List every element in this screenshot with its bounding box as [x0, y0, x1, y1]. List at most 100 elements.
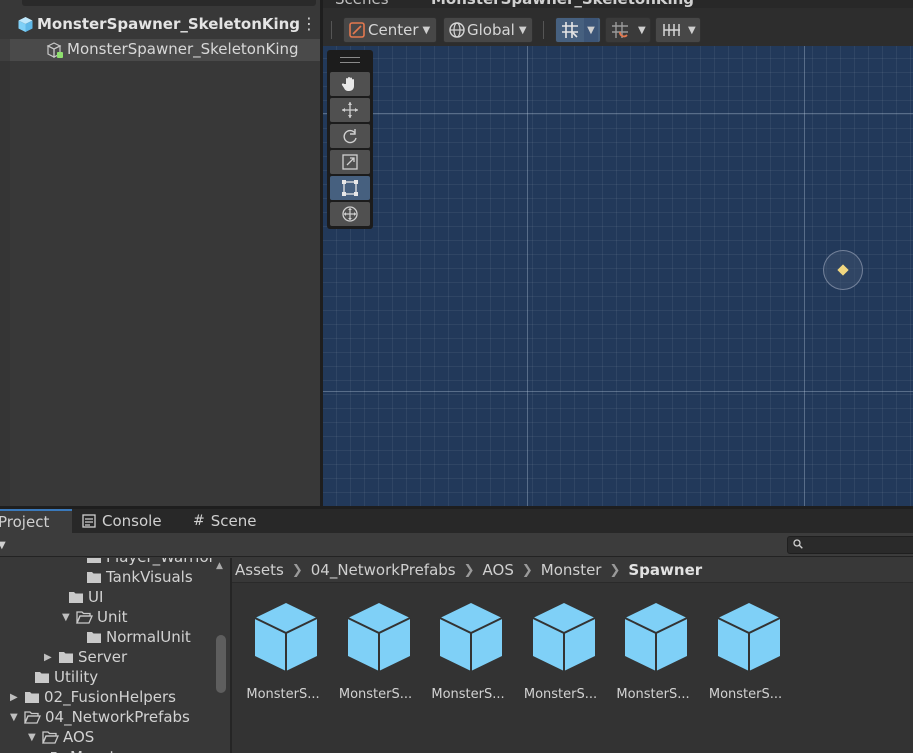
- folder-icon: [87, 558, 101, 563]
- tab-scene[interactable]: # Scene: [193, 509, 256, 533]
- scene-viewport[interactable]: [323, 46, 913, 506]
- breadcrumb-item[interactable]: Monster: [541, 561, 602, 579]
- rect-tool[interactable]: [330, 176, 370, 200]
- hash-icon: #: [193, 513, 205, 529]
- breadcrumb-item[interactable]: AOS: [483, 561, 514, 579]
- breadcrumb-item[interactable]: Assets: [235, 561, 284, 579]
- tab-project[interactable]: Project: [0, 509, 72, 533]
- expand-arrow-icon[interactable]: ▼: [28, 732, 42, 743]
- folder-icon: [35, 672, 49, 683]
- folder-tree-item[interactable]: Monster: [44, 747, 131, 753]
- chevron-right-icon: ❯: [463, 562, 475, 578]
- folder-tree-item[interactable]: ▼ AOS: [28, 727, 94, 747]
- spawner-gizmo[interactable]: [823, 250, 863, 290]
- breadcrumb-current: Spawner: [628, 561, 703, 579]
- gizmo-diamond-icon: [837, 264, 849, 276]
- collapse-arrow-icon[interactable]: ▶: [10, 692, 24, 703]
- folder-icon: [69, 592, 83, 603]
- chevron-down-icon: ▼: [688, 24, 696, 36]
- asset-label: MonsterS...: [708, 687, 783, 702]
- pivot-mode-dropdown[interactable]: Center ▼: [343, 17, 437, 43]
- asset-label: MonsterS...: [431, 687, 505, 702]
- tab-console[interactable]: Console: [82, 509, 162, 533]
- hierarchy-child-row[interactable]: MonsterSpawner_SkeletonKing: [0, 39, 322, 61]
- asset-item[interactable]: MonsterS...: [700, 601, 792, 702]
- chevron-down-icon: ▼: [422, 24, 431, 36]
- create-dropdown-icon[interactable]: ▼: [0, 540, 6, 551]
- folder-tree-label: Unit: [97, 608, 128, 626]
- expand-arrow-icon[interactable]: ▼: [62, 612, 76, 623]
- scenes-breadcrumb[interactable]: Scenes: [335, 0, 389, 8]
- folder-icon: [87, 572, 101, 583]
- asset-label: MonsterS...: [246, 687, 320, 702]
- hand-icon: [341, 77, 354, 91]
- hierarchy-menu-icon[interactable]: ⋮: [301, 16, 317, 32]
- folder-tree: Player_Warrior TankVisualsUI ▼ Unit NormalUn…: [0, 558, 230, 753]
- folder-open-icon: [24, 711, 41, 724]
- chevron-down-icon: ▼: [518, 24, 527, 36]
- move-icon: [342, 102, 358, 118]
- hierarchy-root-row[interactable]: MonsterSpawner_SkeletonKing ⋮: [0, 12, 322, 36]
- drag-handle-icon[interactable]: [340, 57, 360, 63]
- breadcrumb: Assets ❯ 04_NetworkPrefabs ❯ AOS ❯ Monster ❯ Spa…: [232, 558, 913, 583]
- move-tool[interactable]: [330, 98, 370, 122]
- transform-tool[interactable]: [330, 202, 370, 226]
- transform-icon: [342, 206, 358, 222]
- folder-tree-item[interactable]: ▼ Unit: [62, 607, 128, 627]
- asset-item[interactable]: MonsterS...: [515, 601, 607, 702]
- pivot-rotation-dropdown[interactable]: Global ▼: [443, 17, 533, 43]
- folder-tree-item[interactable]: ▶ Server: [44, 647, 127, 667]
- folder-icon: [25, 692, 39, 703]
- folder-tree-item[interactable]: UI: [62, 587, 103, 607]
- expand-arrow-icon[interactable]: ▼: [10, 712, 24, 723]
- folder-tree-scrollbar[interactable]: ▲: [213, 561, 230, 753]
- folder-tree-item[interactable]: Utility: [28, 667, 98, 687]
- grid-snap-toggle[interactable]: ▼: [555, 17, 601, 43]
- project-toolbar: ▼: [0, 533, 913, 557]
- hand-tool[interactable]: [330, 72, 370, 96]
- folder-tree-item[interactable]: ▼ 04_NetworkPrefabs: [10, 707, 190, 727]
- grid-axis-line: [323, 391, 913, 392]
- asset-item[interactable]: MonsterS...: [330, 601, 422, 702]
- search-input[interactable]: [787, 536, 913, 554]
- grid-visibility-dropdown[interactable]: ▼: [655, 17, 701, 43]
- folder-tree-label: Player_Warrior: [106, 558, 215, 566]
- chevron-right-icon: ❯: [521, 562, 533, 578]
- folder-open-icon: [76, 611, 93, 624]
- project-panel: Project Console # Scene ▼ Player_Warrior…: [0, 509, 913, 753]
- asset-item[interactable]: MonsterS...: [237, 601, 329, 702]
- prefab-breadcrumb[interactable]: MonsterSpawner_SkeletonKing: [431, 0, 694, 8]
- scene-toolbar: Center ▼ Global ▼ ▼ ▼ ▼: [323, 14, 913, 46]
- snap-increment-dropdown[interactable]: ▼: [605, 17, 651, 43]
- folder-tree-item[interactable]: NormalUnit: [80, 627, 191, 647]
- bottom-tab-bar: Project Console # Scene: [0, 509, 913, 533]
- folder-tree-label: Server: [78, 648, 128, 666]
- folder-tree-label: 02_FusionHelpers: [44, 688, 176, 706]
- scale-tool[interactable]: [330, 150, 370, 174]
- breadcrumb-item[interactable]: 04_NetworkPrefabs: [311, 561, 456, 579]
- rotate-icon: [343, 129, 357, 144]
- grid-lines-icon: [663, 24, 680, 36]
- prefab-cube-icon: [254, 603, 318, 671]
- hierarchy-search-strip[interactable]: [22, 0, 316, 6]
- scroll-thumb[interactable]: [216, 635, 226, 693]
- asset-item[interactable]: MonsterS...: [607, 601, 699, 702]
- scroll-up-icon[interactable]: ▲: [216, 561, 223, 571]
- collapse-arrow-icon[interactable]: ▶: [44, 652, 58, 663]
- tab-scene-label: Scene: [210, 512, 257, 530]
- pivot-mode-label: Center: [368, 21, 419, 39]
- chevron-down-icon: ▼: [587, 24, 595, 36]
- chevron-right-icon: ❯: [291, 562, 303, 578]
- folder-tree-item[interactable]: TankVisuals: [80, 567, 193, 587]
- asset-item[interactable]: MonsterS...: [422, 601, 514, 702]
- folder-tree-item[interactable]: ▶ 02_FusionHelpers: [10, 687, 176, 707]
- folder-open-icon: [42, 731, 59, 744]
- rotate-tool[interactable]: [330, 124, 370, 148]
- search-icon: [793, 539, 803, 549]
- tools-overlay: [327, 50, 373, 229]
- folder-tree-label: AOS: [63, 728, 95, 746]
- scene-view: Scenes MonsterSpawner_SkeletonKing Cente…: [323, 0, 913, 506]
- grid-axis-line: [323, 113, 913, 114]
- folder-tree-item[interactable]: Player_Warrior: [80, 558, 215, 567]
- chevron-right-icon: ❯: [609, 562, 621, 578]
